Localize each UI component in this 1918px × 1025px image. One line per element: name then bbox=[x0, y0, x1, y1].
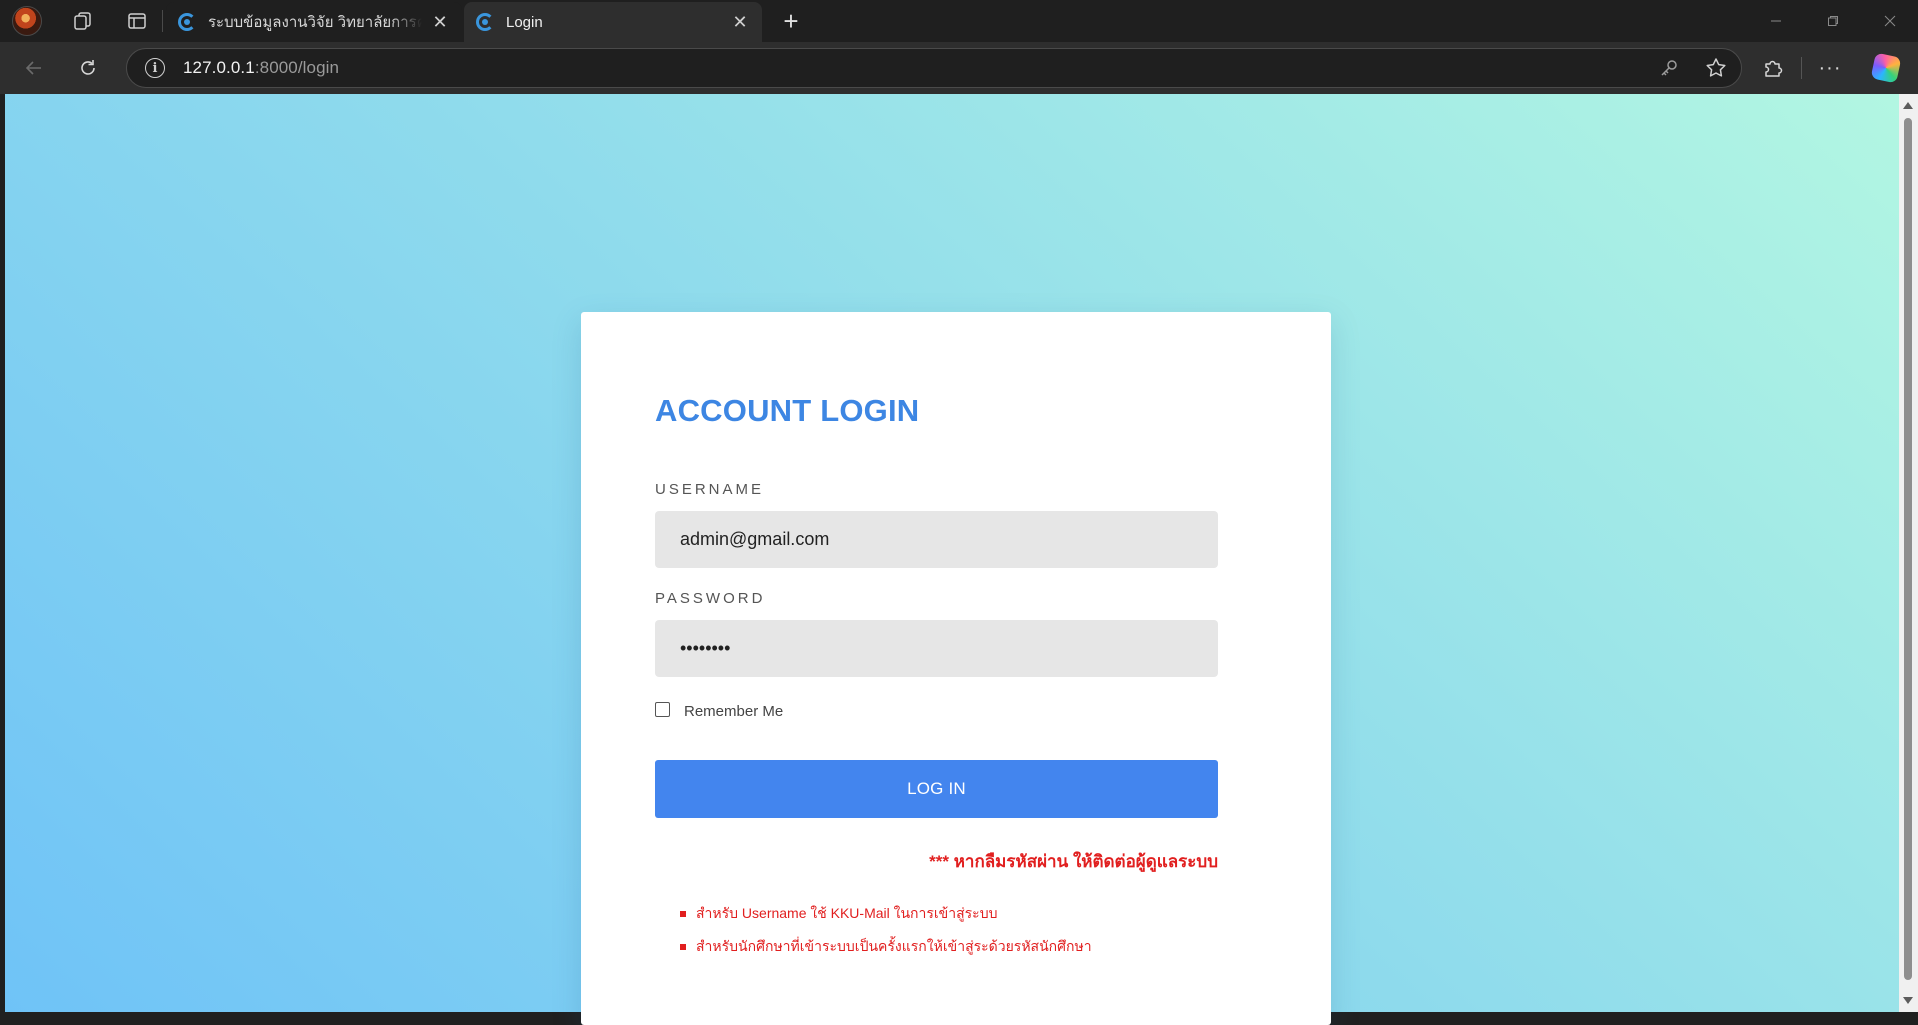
login-title: ACCOUNT LOGIN bbox=[655, 393, 920, 428]
minimize-icon bbox=[1770, 20, 1781, 22]
star-icon[interactable] bbox=[1705, 57, 1727, 79]
restore-button[interactable] bbox=[1804, 0, 1861, 42]
new-tab-button[interactable]: + bbox=[770, 0, 812, 42]
address-bar[interactable]: i 127.0.0.1:8000/login bbox=[126, 48, 1742, 88]
list-item: สำหรับนักศึกษาที่เข้าระบบเป็นครั้งแรกให้… bbox=[680, 936, 1218, 958]
tab-login[interactable]: Login ✕ bbox=[464, 2, 762, 42]
scrollbar-thumb[interactable] bbox=[1904, 118, 1912, 980]
workspaces-button[interactable] bbox=[62, 0, 104, 42]
login-notes: สำหรับ Username ใช้ KKU-Mail ในการเข้าสู… bbox=[655, 903, 1218, 958]
username-group: USERNAME bbox=[655, 481, 1218, 569]
close-tab-icon[interactable]: ✕ bbox=[730, 12, 750, 33]
username-label: USERNAME bbox=[655, 481, 765, 499]
profile-button[interactable] bbox=[6, 0, 48, 42]
address-bar-actions bbox=[1659, 49, 1727, 87]
note-text: สำหรับ Username ใช้ KKU-Mail ในการเข้าสู… bbox=[696, 905, 998, 922]
vertical-tabs-icon bbox=[128, 13, 146, 29]
url-path: :8000/login bbox=[254, 58, 340, 77]
close-icon bbox=[1884, 15, 1895, 27]
back-button[interactable] bbox=[13, 47, 55, 89]
site-favicon-icon bbox=[178, 13, 196, 31]
password-label: PASSWORD bbox=[655, 590, 766, 608]
tab-title: Login bbox=[506, 13, 543, 31]
back-arrow-icon bbox=[25, 61, 41, 75]
tab-strip-divider bbox=[162, 10, 163, 32]
note-text: สำหรับนักศึกษาที่เข้าระบบเป็นครั้งแรกให้… bbox=[696, 938, 1092, 955]
page-scrollbar[interactable] bbox=[1899, 94, 1918, 1012]
bullet-icon bbox=[680, 911, 686, 918]
refresh-button[interactable] bbox=[67, 47, 109, 89]
refresh-icon bbox=[81, 60, 95, 75]
key-icon[interactable] bbox=[1659, 58, 1679, 78]
forgot-password-note: *** หากลืมรหัสผ่าน ให้ติดต่อผู้ดูแลระบบ bbox=[929, 852, 1218, 872]
list-item: สำหรับ Username ใช้ KKU-Mail ในการเข้าสู… bbox=[680, 903, 1218, 925]
copilot-icon bbox=[1870, 52, 1902, 84]
username-input[interactable] bbox=[655, 511, 1218, 569]
scroll-up-icon[interactable] bbox=[1903, 102, 1913, 109]
close-window-button[interactable] bbox=[1861, 0, 1918, 42]
remember-me-checkbox[interactable] bbox=[655, 702, 670, 718]
more-button[interactable]: ··· bbox=[1802, 42, 1858, 94]
tab-title: ระบบข้อมูลงานวิจัย วิทยาลัยการคอมพิวเตอร… bbox=[208, 14, 422, 31]
login-button[interactable]: LOG IN bbox=[655, 760, 1218, 819]
url-text[interactable]: 127.0.0.1:8000/login bbox=[183, 58, 339, 78]
close-tab-icon[interactable]: ✕ bbox=[430, 12, 450, 33]
minimize-button[interactable] bbox=[1747, 0, 1804, 42]
window-controls bbox=[1747, 0, 1918, 42]
password-input[interactable] bbox=[655, 620, 1218, 678]
copilot-button[interactable] bbox=[1858, 42, 1914, 94]
vertical-tabs-button[interactable] bbox=[116, 0, 158, 42]
url-host: 127.0.0.1 bbox=[183, 58, 255, 77]
remember-me-label[interactable]: Remember Me bbox=[684, 703, 783, 720]
login-form: ACCOUNT LOGIN USERNAME PASSWORD Remember… bbox=[655, 392, 1218, 969]
plus-icon: + bbox=[783, 5, 799, 36]
toolbar-right-actions: ··· bbox=[1745, 42, 1918, 94]
page-viewport: ACCOUNT LOGIN USERNAME PASSWORD Remember… bbox=[5, 94, 1899, 1025]
tab-research-system[interactable]: ระบบข้อมูลงานวิจัย วิทยาลัยการคอมพิวเตอร… bbox=[166, 2, 462, 42]
login-card: ACCOUNT LOGIN USERNAME PASSWORD Remember… bbox=[581, 312, 1331, 1025]
remember-me-row: Remember Me bbox=[655, 701, 1218, 720]
site-favicon-icon bbox=[476, 13, 494, 31]
bullet-icon bbox=[680, 944, 686, 951]
puzzle-icon bbox=[1765, 60, 1783, 77]
restore-icon bbox=[1827, 16, 1838, 26]
extensions-button[interactable] bbox=[1745, 42, 1801, 94]
profile-avatar bbox=[12, 6, 42, 36]
scroll-down-icon[interactable] bbox=[1903, 997, 1913, 1004]
browser-toolbar: i 127.0.0.1:8000/login ··· bbox=[0, 42, 1918, 94]
site-info-icon[interactable]: i bbox=[145, 58, 165, 78]
more-icon: ··· bbox=[1818, 56, 1842, 79]
password-group: PASSWORD bbox=[655, 590, 1218, 678]
workspaces-icon bbox=[74, 12, 91, 30]
